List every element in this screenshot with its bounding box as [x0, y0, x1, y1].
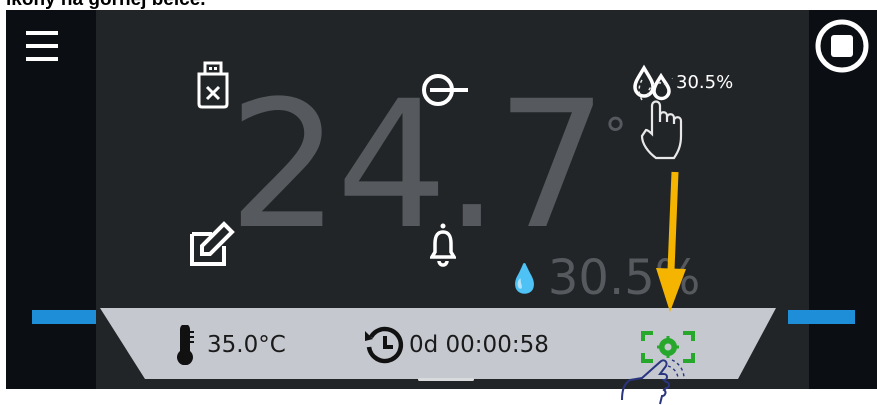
- timer[interactable]: 0d 00:00:58: [363, 325, 549, 365]
- humidity-small-icon: 💧: [507, 262, 542, 295]
- edit-icon[interactable]: [188, 220, 240, 268]
- clock-icon: [365, 326, 404, 364]
- current-temperature: 24.7: [228, 63, 608, 268]
- bell-icon[interactable]: [430, 222, 456, 268]
- stop-button[interactable]: [815, 19, 869, 73]
- timer-value: 0d 00:00:58: [409, 332, 549, 358]
- set-temperature[interactable]: 35.0°C: [175, 325, 286, 365]
- hamburger-line: [26, 57, 58, 61]
- annotation-arrow: [656, 171, 686, 312]
- thermometer-icon: [177, 325, 194, 365]
- hand-pointer-bottom-icon: [621, 359, 685, 405]
- hamburger-icon: [26, 31, 58, 35]
- hand-pointer-icon: [638, 78, 683, 160]
- degree-symbol: °: [604, 108, 627, 162]
- set-temperature-value: 35.0°C: [207, 332, 286, 358]
- swipe-handle[interactable]: [418, 378, 474, 381]
- usb-drive-icon[interactable]: [193, 60, 233, 110]
- menu-button[interactable]: [26, 31, 58, 67]
- hamburger-line: [26, 44, 58, 48]
- stop-square: [831, 35, 853, 57]
- left-status-bar: [32, 310, 96, 324]
- login-icon[interactable]: [420, 72, 474, 108]
